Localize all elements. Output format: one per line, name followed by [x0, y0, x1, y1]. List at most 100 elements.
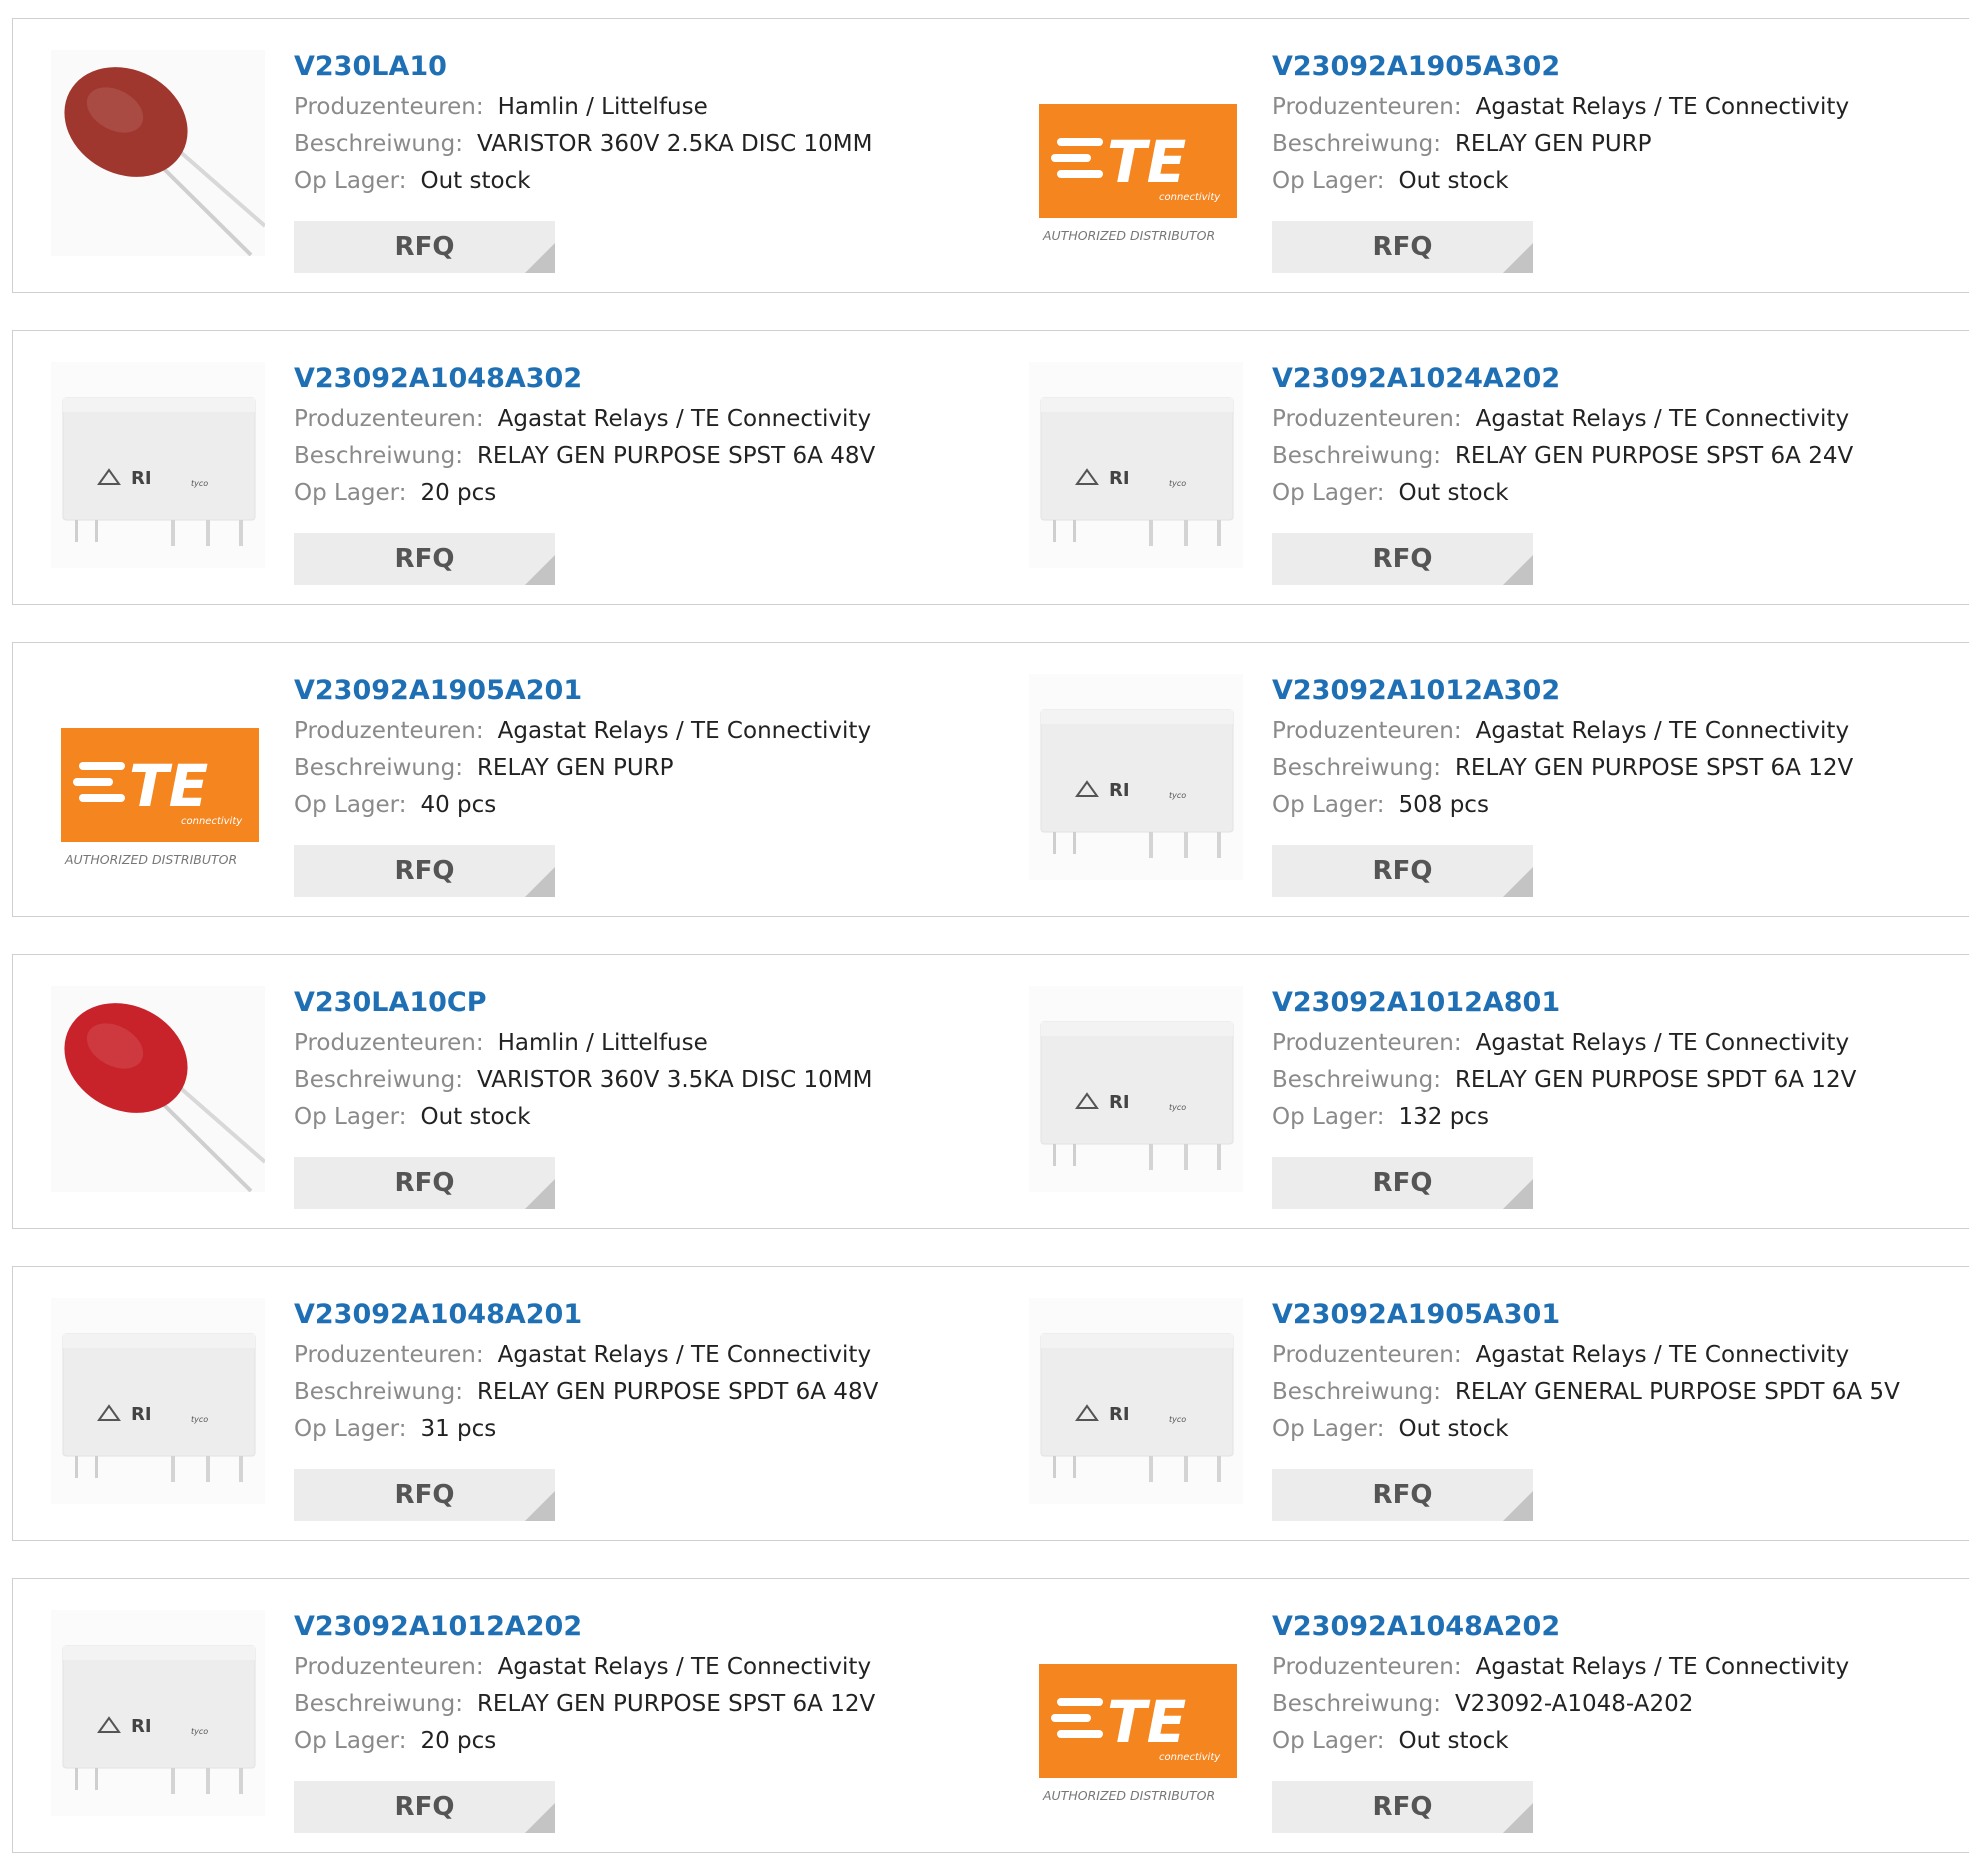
rfq-button[interactable]: RFQ: [1272, 845, 1533, 897]
manufacturer-row: Produzenteuren: Hamlin / Littelfuse: [294, 89, 971, 126]
rfq-button[interactable]: RFQ: [294, 1781, 555, 1833]
svg-text:tyco: tyco: [1169, 1103, 1186, 1112]
svg-text:tyco: tyco: [191, 1415, 208, 1424]
description-row: Beschreiwung: RELAY GEN PURP: [1272, 126, 1949, 163]
svg-text:tyco: tyco: [1169, 791, 1186, 800]
te-connectivity-logo-icon: TEconnectivity AUTHORIZED DISTRIBUTOR: [1039, 1664, 1237, 1803]
svg-text:TE: TE: [1107, 1688, 1186, 1756]
part-number-link[interactable]: V23092A1048A302: [294, 361, 582, 397]
product-image[interactable]: RI tyco: [51, 1610, 265, 1816]
part-number-link[interactable]: V23092A1905A201: [294, 673, 582, 709]
corner-triangle-icon: [525, 555, 555, 585]
manufacturer-label: Produzenteuren:: [294, 94, 484, 120]
rfq-button[interactable]: RFQ: [1272, 1781, 1533, 1833]
description-row: Beschreiwung: RELAY GEN PURPOSE SPST 6A 2…: [1272, 438, 1949, 475]
rfq-button[interactable]: RFQ: [294, 1469, 555, 1521]
rfq-label: RFQ: [394, 1168, 455, 1198]
product-image[interactable]: RI tyco: [1029, 674, 1243, 880]
description-label: Beschreiwung:: [1272, 755, 1441, 781]
part-number-link[interactable]: V23092A1048A202: [1272, 1609, 1560, 1645]
product-image[interactable]: RI tyco: [1029, 986, 1243, 1192]
rfq-button[interactable]: RFQ: [1272, 533, 1533, 585]
stock-value: Out stock: [1398, 168, 1509, 194]
te-connectivity-logo-icon: TEconnectivity AUTHORIZED DISTRIBUTOR: [61, 728, 259, 867]
product-image[interactable]: TE connectivity AUTHORIZED DISTRIBUTOR: [1029, 50, 1243, 256]
stock-value: 508 pcs: [1398, 792, 1489, 818]
rfq-button[interactable]: RFQ: [1272, 1469, 1533, 1521]
stock-value: Out stock: [1398, 1728, 1509, 1754]
manufacturer-value: Agastat Relays / TE Connectivity: [1475, 94, 1850, 120]
manufacturer-value: Agastat Relays / TE Connectivity: [497, 718, 872, 744]
product-card: TE connectivity AUTHORIZED DISTRIBUTOR V230…: [991, 18, 1969, 293]
manufacturer-value: Hamlin / Littelfuse: [497, 1030, 708, 1056]
product-image[interactable]: TE connectivity AUTHORIZED DISTRIBUTOR: [1029, 1610, 1243, 1816]
part-number-link[interactable]: V23092A1012A801: [1272, 985, 1560, 1021]
rfq-button[interactable]: RFQ: [294, 1157, 555, 1209]
manufacturer-row: Produzenteuren: Agastat Relays / TE Conne…: [1272, 713, 1949, 750]
stock-value: Out stock: [1398, 1416, 1509, 1442]
stock-row: Op Lager: 508 pcs: [1272, 787, 1949, 824]
product-image[interactable]: RI tyco: [1029, 362, 1243, 568]
stock-row: Op Lager: 132 pcs: [1272, 1099, 1949, 1136]
rfq-label: RFQ: [394, 1792, 455, 1822]
part-number-link[interactable]: V230LA10CP: [294, 985, 487, 1021]
rfq-label: RFQ: [1372, 856, 1433, 886]
part-number-link[interactable]: V230LA10: [294, 49, 447, 85]
stock-label: Op Lager:: [1272, 168, 1385, 194]
product-info: V23092A1905A302 Produzenteuren: Agastat Re…: [1272, 49, 1949, 200]
manufacturer-label: Produzenteuren:: [1272, 718, 1462, 744]
relay-image-icon: RI tyco: [51, 1298, 265, 1504]
stock-value: 20 pcs: [420, 1728, 497, 1754]
product-image[interactable]: RI tyco: [1029, 1298, 1243, 1504]
stock-value: 132 pcs: [1398, 1104, 1489, 1130]
part-number-link[interactable]: V23092A1048A201: [294, 1297, 582, 1333]
stock-value: Out stock: [420, 1104, 531, 1130]
manufacturer-row: Produzenteuren: Agastat Relays / TE Conne…: [1272, 1649, 1949, 1686]
description-row: Beschreiwung: RELAY GEN PURPOSE SPDT 6A 1…: [1272, 1062, 1949, 1099]
product-image[interactable]: RI tyco: [51, 362, 265, 568]
part-number-link[interactable]: V23092A1905A302: [1272, 49, 1560, 85]
product-info: V23092A1024A202 Produzenteuren: Agastat Re…: [1272, 361, 1949, 512]
part-number-link[interactable]: V23092A1012A302: [1272, 673, 1560, 709]
product-info: V23092A1012A202 Produzenteuren: Agastat Re…: [294, 1609, 971, 1760]
stock-label: Op Lager:: [1272, 1416, 1385, 1442]
description-value: RELAY GEN PURPOSE SPDT 6A 12V: [1454, 1067, 1857, 1093]
relay-image-icon: RI tyco: [51, 1610, 265, 1816]
rfq-button[interactable]: RFQ: [1272, 1157, 1533, 1209]
te-connectivity-logo-icon: TEconnectivity AUTHORIZED DISTRIBUTOR: [1039, 104, 1237, 243]
description-row: Beschreiwung: RELAY GEN PURPOSE SPST 6A 1…: [294, 1686, 971, 1723]
svg-text:tyco: tyco: [1169, 479, 1186, 488]
rfq-button[interactable]: RFQ: [294, 533, 555, 585]
part-number-link[interactable]: V23092A1024A202: [1272, 361, 1560, 397]
part-number-link[interactable]: V23092A1905A301: [1272, 1297, 1560, 1333]
rfq-button[interactable]: RFQ: [294, 845, 555, 897]
product-image[interactable]: [51, 50, 265, 256]
svg-text:RI: RI: [131, 468, 152, 489]
product-card: RI tyco V23092A1048A302 Produzenteuren: Agas…: [12, 330, 992, 605]
product-image[interactable]: TE connectivity AUTHORIZED DISTRIBUTOR: [51, 674, 265, 880]
manufacturer-label: Produzenteuren:: [294, 1030, 484, 1056]
stock-value: Out stock: [420, 168, 531, 194]
svg-text:RI: RI: [1109, 468, 1130, 489]
manufacturer-value: Agastat Relays / TE Connectivity: [1475, 718, 1850, 744]
product-info: V23092A1048A201 Produzenteuren: Agastat Re…: [294, 1297, 971, 1448]
product-image[interactable]: RI tyco: [51, 1298, 265, 1504]
description-row: Beschreiwung: VARISTOR 360V 3.5KA DISC 10…: [294, 1062, 971, 1099]
corner-triangle-icon: [1503, 867, 1533, 897]
manufacturer-label: Produzenteuren:: [294, 406, 484, 432]
corner-triangle-icon: [525, 867, 555, 897]
product-image[interactable]: [51, 986, 265, 1192]
varistor-image-icon: [51, 50, 265, 256]
rfq-label: RFQ: [394, 856, 455, 886]
manufacturer-row: Produzenteuren: Agastat Relays / TE Conne…: [294, 1649, 971, 1686]
product-info: V23092A1905A301 Produzenteuren: Agastat Re…: [1272, 1297, 1949, 1448]
rfq-label: RFQ: [1372, 232, 1433, 262]
rfq-button[interactable]: RFQ: [1272, 221, 1533, 273]
description-label: Beschreiwung:: [1272, 443, 1441, 469]
description-label: Beschreiwung:: [294, 1691, 463, 1717]
rfq-button[interactable]: RFQ: [294, 221, 555, 273]
part-number-link[interactable]: V23092A1012A202: [294, 1609, 582, 1645]
manufacturer-value: Hamlin / Littelfuse: [497, 94, 708, 120]
corner-triangle-icon: [525, 1803, 555, 1833]
description-row: Beschreiwung: RELAY GEN PURPOSE SPST 6A 4…: [294, 438, 971, 475]
